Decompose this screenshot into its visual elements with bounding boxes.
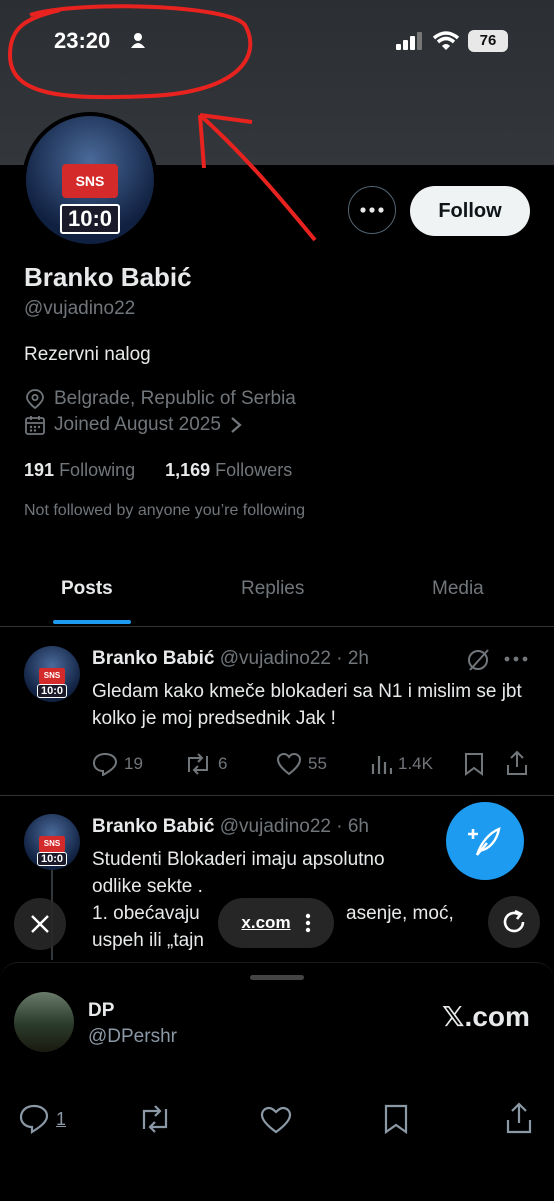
location-text: Belgrade, Republic of Serbia bbox=[54, 388, 296, 409]
post-header: Branko Babić @vujadino22 · 6h bbox=[92, 816, 369, 838]
following-count: 191 bbox=[24, 460, 55, 480]
profile-handle: @vujadino22 bbox=[24, 298, 136, 319]
like-action[interactable]: 55 bbox=[276, 752, 327, 776]
wifi-icon bbox=[432, 30, 460, 57]
post-author-name: Branko Babić bbox=[92, 816, 215, 837]
heart-icon bbox=[276, 752, 302, 776]
profile-bio: Rezervni nalog bbox=[24, 344, 151, 365]
reply-action[interactable]: 19 bbox=[92, 752, 143, 776]
bookmark-icon[interactable] bbox=[464, 752, 484, 776]
share-icon[interactable] bbox=[506, 1102, 532, 1134]
post-text: Gledam kako kmeče blokaderi sa N1 i misl… bbox=[92, 681, 522, 729]
post-avatar-shirt: SNS bbox=[39, 836, 65, 852]
repost-icon[interactable] bbox=[138, 1104, 172, 1134]
reload-icon bbox=[503, 909, 525, 933]
location-row: Belgrade, Republic of Serbia bbox=[24, 388, 296, 410]
sheet-grabber[interactable] bbox=[250, 975, 304, 980]
sheet-reply-action[interactable]: 1 bbox=[18, 1104, 66, 1134]
post-avatar-score: 10:0 bbox=[36, 684, 68, 698]
sheet-user-handle: @DPershr bbox=[88, 1026, 177, 1047]
following-link[interactable]: 191 Following bbox=[24, 460, 135, 481]
reply-count: 19 bbox=[124, 754, 143, 773]
share-icon[interactable] bbox=[506, 750, 528, 776]
sheet-avatar[interactable] bbox=[14, 992, 74, 1052]
status-time: 23:20 bbox=[54, 28, 111, 53]
post-avatar[interactable]: SNS 10:0 bbox=[24, 814, 80, 870]
cell-signal-icon bbox=[396, 32, 424, 55]
followers-link[interactable]: 1,169 Followers bbox=[165, 460, 292, 481]
avatar-shirt-text: SNS bbox=[62, 164, 118, 198]
post-text-line: uspeh ili „tajn bbox=[92, 930, 204, 951]
post-author-name: Branko Babić bbox=[92, 648, 215, 669]
reply-icon bbox=[19, 1104, 49, 1134]
browser-close-button[interactable] bbox=[14, 898, 66, 950]
profile-avatar[interactable]: SNS 10:0 bbox=[22, 112, 158, 248]
profile-tabs: Posts Replies Media bbox=[0, 560, 554, 627]
post-text-line: odlike sekte . bbox=[92, 876, 203, 897]
post-text-line: asenje, moć, bbox=[346, 903, 454, 924]
not-followed-notice: Not followed by anyone you’re following bbox=[24, 502, 306, 519]
battery-indicator: 76 bbox=[468, 30, 508, 52]
vertical-ellipsis-icon[interactable] bbox=[305, 913, 311, 933]
sheet-user-name: DP bbox=[88, 1000, 115, 1021]
display-name: Branko Babić bbox=[24, 262, 192, 292]
reply-icon bbox=[92, 752, 118, 776]
followers-label: Followers bbox=[215, 460, 293, 480]
post-avatar[interactable]: SNS 10:0 bbox=[24, 646, 80, 702]
like-count: 55 bbox=[308, 754, 327, 773]
tab-posts[interactable]: Posts bbox=[61, 578, 113, 600]
post-avatar-score: 10:0 bbox=[36, 852, 68, 866]
following-label: Following bbox=[59, 460, 136, 480]
repost-action[interactable]: 6 bbox=[184, 752, 227, 776]
ellipsis-icon bbox=[360, 207, 384, 213]
bookmark-icon[interactable] bbox=[384, 1104, 408, 1134]
sheet-brand-text: 𝕏.com bbox=[442, 1001, 530, 1032]
follow-button[interactable]: Follow bbox=[410, 186, 530, 236]
avatar-score-text: 10:0 bbox=[59, 204, 121, 234]
browser-url-pill[interactable]: x.com bbox=[218, 898, 334, 948]
follow-stats: 191 Following 1,169 Followers bbox=[24, 460, 292, 481]
post-handle-time: @vujadino22 · 2h bbox=[219, 648, 369, 669]
person-icon bbox=[130, 32, 146, 53]
views-action[interactable]: 1.4K bbox=[370, 752, 433, 776]
bottom-sheet bbox=[0, 962, 554, 1201]
feather-plus-icon bbox=[468, 827, 501, 856]
post-divider bbox=[0, 795, 554, 796]
more-options-button[interactable] bbox=[348, 186, 396, 234]
browser-reload-button[interactable] bbox=[488, 896, 540, 948]
compose-post-button[interactable] bbox=[446, 802, 524, 880]
views-icon bbox=[371, 756, 392, 774]
sheet-reply-count: 1 bbox=[56, 1108, 67, 1129]
status-bar: 23:20 76 bbox=[0, 0, 554, 80]
heart-icon[interactable] bbox=[260, 1106, 292, 1134]
location-pin-icon bbox=[26, 389, 44, 410]
repost-count: 6 bbox=[218, 754, 228, 773]
post-handle-time: @vujadino22 · 6h bbox=[219, 816, 369, 837]
calendar-icon bbox=[25, 416, 45, 435]
url-text[interactable]: x.com bbox=[241, 913, 290, 933]
post-header: Branko Babić @vujadino22 · 2h bbox=[92, 648, 369, 670]
post-text-line: 1. obećavaju bbox=[92, 903, 200, 924]
grok-icon[interactable] bbox=[466, 648, 492, 672]
tab-replies[interactable]: Replies bbox=[241, 578, 304, 600]
active-tab-indicator bbox=[53, 620, 131, 624]
joined-row[interactable]: Joined August 2025 bbox=[24, 414, 243, 436]
views-count: 1.4K bbox=[398, 754, 433, 773]
close-icon bbox=[31, 915, 49, 933]
joined-text: Joined August 2025 bbox=[54, 414, 221, 435]
post-more-icon[interactable] bbox=[504, 656, 528, 662]
followers-count: 1,169 bbox=[165, 460, 211, 480]
post-avatar-shirt: SNS bbox=[39, 668, 65, 684]
repost-icon bbox=[188, 753, 208, 775]
chevron-right-icon bbox=[231, 417, 242, 433]
tab-media[interactable]: Media bbox=[432, 578, 484, 600]
